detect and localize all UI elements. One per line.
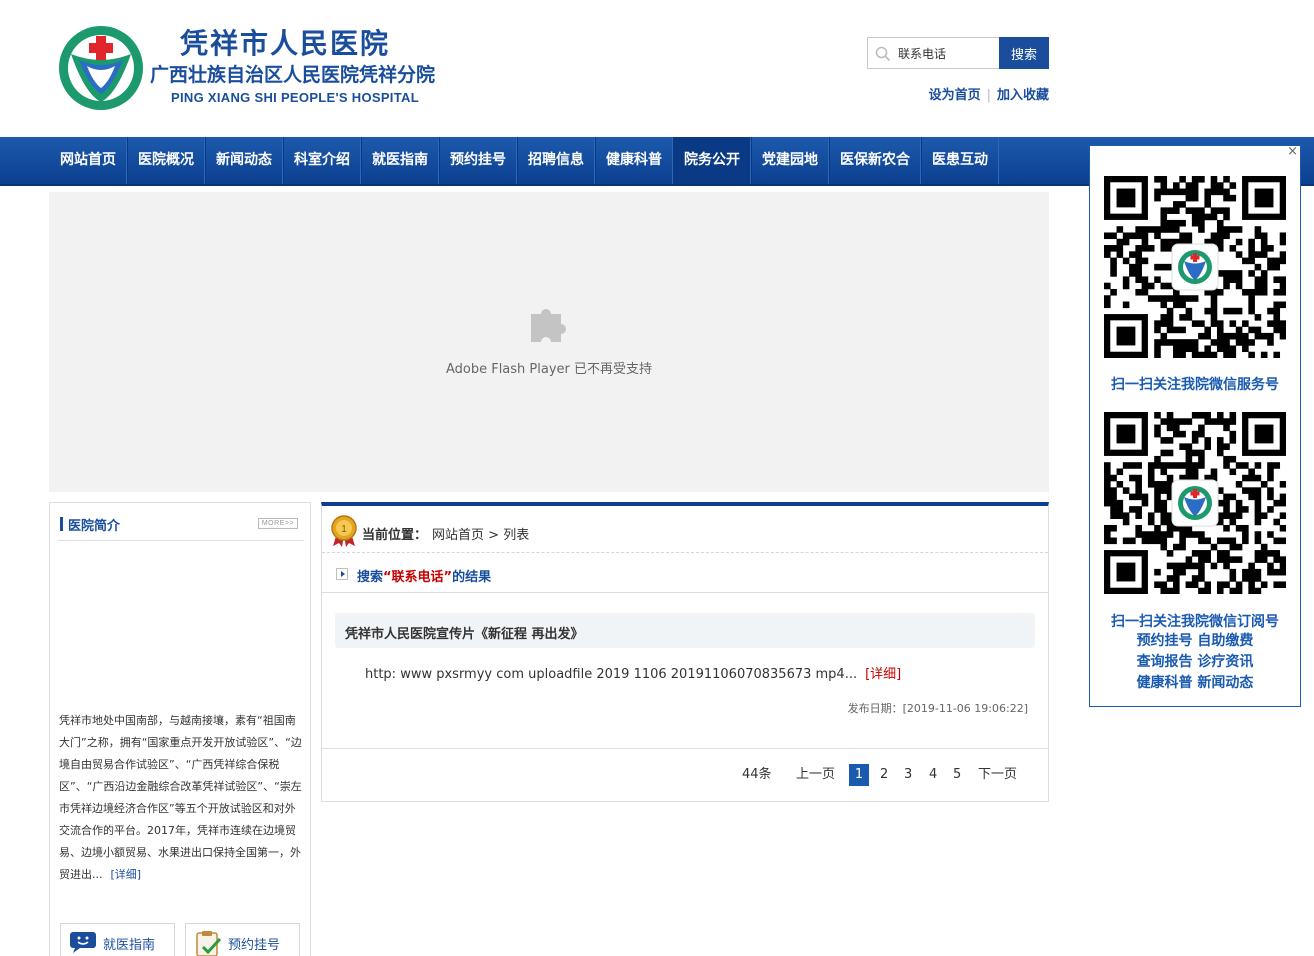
- qr-code-subscription-icon: [1104, 412, 1286, 594]
- result-item-title-text[interactable]: 凭祥市人民医院宣传片《新征程 再出发》: [345, 623, 584, 642]
- breadcrumb-separator: >: [488, 528, 500, 543]
- pager-prev[interactable]: 上一页: [796, 764, 835, 786]
- set-homepage-link[interactable]: 设为首页: [929, 88, 981, 103]
- nav-item-8[interactable]: 健康科普: [595, 137, 673, 184]
- nav-item-5[interactable]: 就医指南: [361, 137, 439, 184]
- quick-links-row-3[interactable]: 健康科普 新闻动态: [1090, 673, 1300, 694]
- result-keyword: “联系电话”: [383, 570, 453, 585]
- pager-page-4[interactable]: 4: [929, 764, 937, 786]
- plugin-puzzle-icon: [531, 309, 566, 342]
- intro-body: 凭祥市地处中国南部，与越南接壤，素有“祖国南大门”之称，拥有“国家重点开发开放试…: [59, 714, 302, 881]
- clipboard-check-icon: [196, 931, 222, 956]
- guide-button[interactable]: 就医指南: [60, 923, 175, 956]
- nav-item-10[interactable]: 党建园地: [751, 137, 829, 184]
- quick-links-row-1[interactable]: 预约挂号 自助缴费: [1090, 631, 1300, 652]
- breadcrumb-label: 当前位置：: [362, 528, 428, 543]
- result-item-description: http: www pxsrmyy com uploadfile 2019 11…: [365, 663, 901, 682]
- result-item-url: http: www pxsrmyy com uploadfile 2019 11…: [365, 667, 858, 682]
- quick-links-row-2[interactable]: 查询报告 诊疗资讯: [1090, 652, 1300, 673]
- site-subtitle: 广西壮族自治区人民医院凭祥分院: [150, 64, 436, 86]
- site-title: 凭祥市人民医院: [180, 27, 391, 60]
- result-suffix: 的结果: [452, 570, 492, 585]
- pager-page-5[interactable]: 5: [953, 764, 961, 786]
- qr-caption-service: 扫一扫关注我院微信服务号: [1111, 377, 1279, 393]
- intro-header: 医院简介 MORE>>: [58, 513, 304, 541]
- result-item-title[interactable]: 凭祥市人民医院宣传片《新征程 再出发》: [335, 613, 1035, 648]
- search-results-panel: 1 当前位置： 网站首页 > 列表 搜索“联系电话”的结果 凭祥市人民医院宣传片…: [321, 502, 1049, 802]
- search-button[interactable]: 搜索: [999, 37, 1049, 69]
- breadcrumb-path: 网站首页 > 列表: [432, 524, 529, 543]
- pager-total: 44条: [742, 767, 772, 782]
- nav-item-1[interactable]: 网站首页: [50, 137, 127, 184]
- result-item-detail-link[interactable]: [详细]: [865, 667, 901, 682]
- pager-next[interactable]: 下一页: [978, 764, 1017, 786]
- intro-text: 凭祥市地处中国南部，与越南接壤，素有“祖国南大门”之称，拥有“国家重点开发开放试…: [59, 710, 303, 886]
- nav-list: 网站首页 医院概况 新闻动态 科室介绍 就医指南 预约挂号 招聘信息 健康科普 院务公开 党建园地…: [50, 137, 999, 184]
- hospital-logo-icon[interactable]: [57, 24, 145, 112]
- appointment-label: 预约挂号: [228, 938, 281, 953]
- nav-item-7[interactable]: 招聘信息: [517, 137, 595, 184]
- breadcrumb-current[interactable]: 列表: [503, 528, 529, 543]
- nav-item-2[interactable]: 医院概况: [127, 137, 205, 184]
- pagination: 44条 上一页 1 2 3 4 5 下一页: [322, 764, 1048, 786]
- breadcrumb-home[interactable]: 网站首页: [432, 528, 484, 543]
- intro-detail-link[interactable]: [详细]: [111, 868, 142, 881]
- qr-quick-links: 预约挂号 自助缴费 查询报告 诊疗资讯 健康科普 新闻动态: [1090, 631, 1300, 694]
- flash-banner: Adobe Flash Player 已不再受支持: [49, 192, 1049, 492]
- top-links: 设为首页 | 加入收藏: [900, 84, 1049, 103]
- pager-page-1[interactable]: 1: [849, 764, 869, 786]
- qr-code-service-icon: [1104, 176, 1286, 358]
- header: 凭祥市人民医院 广西壮族自治区人民医院凭祥分院 PING XIANG SHI P…: [0, 0, 1314, 137]
- appointment-button[interactable]: 预约挂号: [185, 923, 300, 956]
- medal-icon: 1: [331, 515, 357, 547]
- qr-float-panel: × 扫一扫关注我院微信服务号 扫一扫关注我院微信订阅号 预约挂号 自助缴费 查询…: [1089, 145, 1301, 707]
- pager-page-3[interactable]: 3: [904, 764, 912, 786]
- result-text: 搜索“联系电话”的结果: [357, 566, 491, 585]
- link-separator: |: [986, 88, 991, 103]
- title-bar-accent: [60, 517, 63, 531]
- result-item-date: 发布日期：[2019-11-06 19:06:22]: [847, 702, 1028, 715]
- nav-item-6[interactable]: 预约挂号: [439, 137, 517, 184]
- nav-item-3[interactable]: 新闻动态: [205, 137, 283, 184]
- search-input[interactable]: [898, 43, 994, 63]
- qr-caption-subscription: 扫一扫关注我院微信订阅号: [1111, 614, 1279, 630]
- nav-item-12[interactable]: 医患互动: [921, 137, 999, 184]
- breadcrumb: 1 当前位置： 网站首页 > 列表: [322, 506, 1048, 553]
- result-prefix: 搜索: [357, 570, 384, 585]
- search-box: [867, 37, 999, 69]
- nav-item-9[interactable]: 院务公开: [673, 137, 751, 184]
- close-icon[interactable]: ×: [1287, 145, 1298, 159]
- add-favorite-link[interactable]: 加入收藏: [997, 88, 1049, 103]
- site-title-en: PING XIANG SHI PEOPLE'S HOSPITAL: [171, 90, 419, 105]
- chat-icon: [70, 932, 96, 953]
- nav-item-11[interactable]: 医保新农合: [829, 137, 921, 184]
- nav-item-4[interactable]: 科室介绍: [283, 137, 361, 184]
- guide-label: 就医指南: [103, 938, 156, 953]
- divider: [322, 748, 1048, 749]
- search-icon: [875, 46, 891, 62]
- svg-text:1: 1: [341, 524, 347, 535]
- arrow-right-icon: [336, 568, 348, 580]
- intro-title: 医院简介: [68, 519, 121, 534]
- more-button[interactable]: MORE>>: [257, 518, 298, 529]
- flash-unsupported-message: Adobe Flash Player 已不再受支持: [445, 362, 653, 377]
- hospital-intro-panel: 医院简介 MORE>> 凭祥市地处中国南部，与越南接壤，素有“祖国南大门”之称，…: [49, 502, 311, 956]
- search-result-heading: 搜索“联系电话”的结果: [322, 553, 1048, 593]
- pager-page-2[interactable]: 2: [880, 764, 888, 786]
